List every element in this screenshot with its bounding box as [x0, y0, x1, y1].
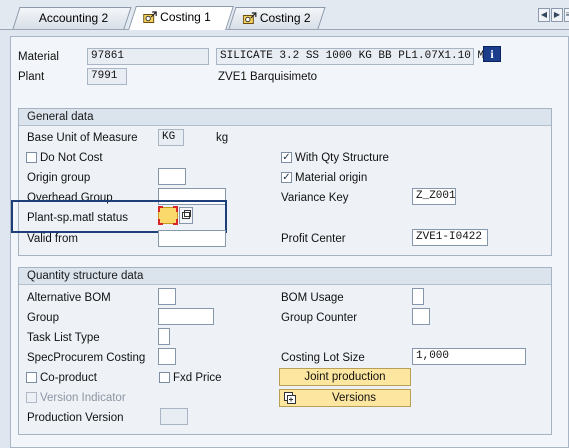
joint-production-button[interactable]: Joint production	[279, 368, 411, 386]
profit-center-field[interactable]: ZVE1-I0422	[412, 229, 488, 246]
tab-label: Costing 1	[160, 10, 211, 24]
group-label: Group	[27, 312, 59, 324]
alternative-bom-label: Alternative BOM	[27, 292, 111, 304]
version-indicator-checkbox[interactable]	[26, 392, 37, 403]
info-icon[interactable]: i	[483, 46, 501, 62]
versions-icon	[283, 391, 297, 410]
variance-key-label: Variance Key	[281, 192, 349, 204]
plant-description: ZVE1 Barquisimeto	[218, 71, 318, 83]
tab-list-icon[interactable]: ≡	[564, 8, 569, 22]
group-counter-field[interactable]	[412, 308, 430, 325]
origin-group-label: Origin group	[27, 172, 91, 184]
material-field[interactable]: 97861	[87, 48, 209, 65]
group-field[interactable]	[158, 308, 214, 325]
task-list-type-label: Task List Type	[27, 332, 100, 344]
base-uom-label: Base Unit of Measure	[27, 132, 138, 144]
valid-from-label: Valid from	[27, 233, 78, 245]
plant-label: Plant	[18, 71, 45, 83]
version-indicator-label: Version Indicator	[40, 392, 126, 404]
base-uom-field[interactable]: KG	[158, 129, 184, 146]
tab-costing-1[interactable]: Costing 1	[128, 6, 234, 30]
co-product-checkbox[interactable]	[26, 372, 37, 383]
tab-accounting-2[interactable]: Accounting 2	[12, 7, 132, 29]
alternative-bom-field[interactable]	[158, 288, 176, 305]
fxd-price-label: Fxd Price	[173, 372, 222, 384]
plant-field[interactable]: 7991	[87, 68, 127, 85]
valid-from-field[interactable]	[158, 230, 226, 247]
group-title: Quantity structure data	[19, 268, 551, 285]
task-list-type-field[interactable]	[158, 328, 170, 345]
versions-label: Versions	[331, 392, 377, 404]
do-not-cost-label: Do Not Cost	[40, 152, 103, 164]
group-title: General data	[19, 109, 551, 126]
production-version-field[interactable]	[160, 408, 188, 425]
group-counter-label: Group Counter	[281, 312, 358, 324]
production-version-label: Production Version	[27, 412, 124, 424]
with-qty-structure-label: With Qty Structure	[295, 152, 389, 164]
material-origin-label: Material origin	[295, 172, 368, 184]
tab-scroll-left-icon[interactable]: ◀	[538, 8, 550, 22]
spec-procurement-field[interactable]	[158, 348, 176, 365]
tab-strip: Accounting 2 Costing 1 Costing 2 ◀ ▶ ≡	[0, 0, 569, 30]
material-label: Material	[18, 51, 59, 63]
origin-group-field[interactable]	[158, 168, 186, 185]
tab-label: Accounting 2	[38, 11, 109, 25]
material-origin-checkbox[interactable]: ✓	[281, 172, 292, 183]
base-uom-text: kg	[216, 132, 229, 144]
costing-icon	[143, 9, 157, 23]
spec-procurement-label: SpecProcurem Costing	[27, 352, 146, 364]
costing-lot-size-field[interactable]: 1,000	[412, 348, 526, 365]
material-description-field[interactable]: SILICATE 3.2 SS 1000 KG BB PL1.07X1.10 M	[216, 48, 484, 65]
co-product-label: Co-product	[40, 372, 97, 384]
tab-costing-2[interactable]: Costing 2	[228, 7, 326, 29]
costing-lot-size-label: Costing Lot Size	[281, 352, 365, 364]
do-not-cost-checkbox[interactable]	[26, 152, 37, 163]
versions-button[interactable]: Versions	[279, 389, 411, 407]
profit-center-label: Profit Center	[281, 233, 346, 245]
highlight-box	[11, 200, 227, 233]
with-qty-structure-checkbox[interactable]: ✓	[281, 152, 292, 163]
tab-label: Costing 2	[259, 11, 311, 25]
tab-scroll-right-icon[interactable]: ▶	[551, 8, 563, 22]
bom-usage-field[interactable]	[412, 288, 424, 305]
variance-key-field[interactable]: Z_Z001	[412, 188, 456, 205]
fxd-price-checkbox[interactable]	[159, 372, 170, 383]
costing-icon	[242, 10, 257, 24]
bom-usage-label: BOM Usage	[281, 292, 344, 304]
